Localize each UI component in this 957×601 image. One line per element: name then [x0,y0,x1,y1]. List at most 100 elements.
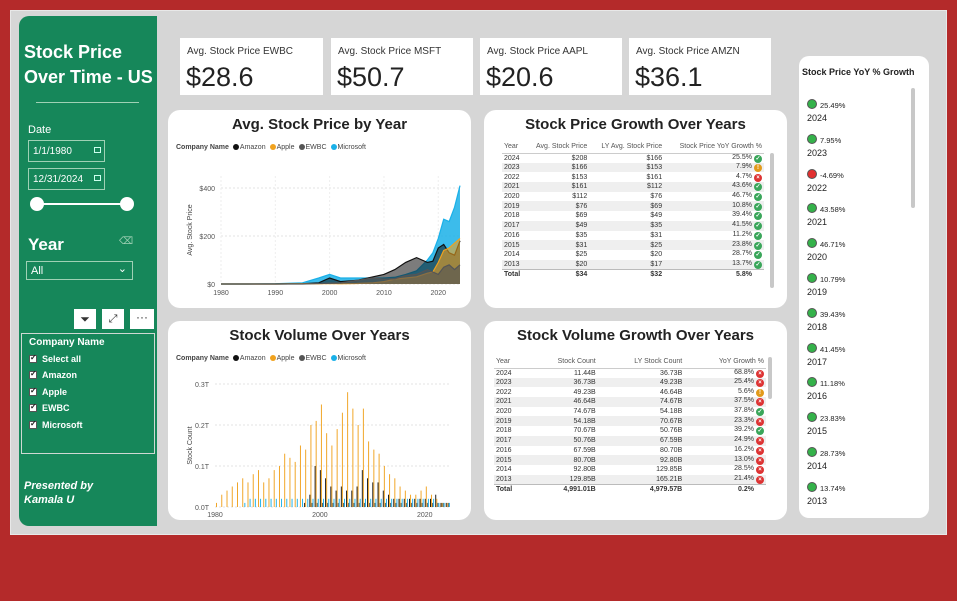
bar-microsoft[interactable] [422,498,424,507]
date-slider-handle-end[interactable] [120,197,134,211]
table-row[interactable]: 2013 $20 $17 13.7% ✓ [502,259,764,270]
bar-amazon[interactable] [330,486,332,508]
bar-ewbc[interactable] [400,502,402,507]
bar-apple[interactable] [431,494,433,507]
column-header[interactable]: YoY Growth % [684,355,766,369]
bar-apple[interactable] [284,453,286,507]
bar-amazon[interactable] [424,498,426,507]
bar-amazon[interactable] [440,502,442,507]
bar-apple[interactable] [420,490,422,507]
bar-ewbc[interactable] [321,502,323,507]
bar-amazon[interactable] [403,498,405,507]
bar-microsoft[interactable] [286,498,288,507]
bar-ewbc[interactable] [390,502,392,507]
table-row[interactable]: 2023 36.73B 49.23B 25.4% × [494,377,766,388]
bar-apple[interactable] [446,502,448,507]
column-header[interactable]: LY Stock Count [597,355,685,369]
yoy-list-item[interactable]: 13.74% 2013 [807,481,845,506]
bar-microsoft[interactable] [307,498,309,507]
bar-microsoft[interactable] [260,498,262,507]
bar-ewbc[interactable] [447,502,449,507]
bar-apple[interactable] [252,474,254,507]
date-start-input[interactable]: 1/1/1980 [28,140,105,162]
bar-ewbc[interactable] [416,502,418,507]
bar-ewbc[interactable] [348,502,350,507]
company-option[interactable]: Microsoft [29,419,83,436]
bar-apple[interactable] [331,445,333,508]
bar-apple[interactable] [289,457,291,507]
bar-apple[interactable] [378,453,380,507]
yoy-list-item[interactable]: 11.18% 2016 [807,377,845,401]
column-header[interactable]: Stock Count [527,355,598,369]
yoy-list-item[interactable]: -4.69% 2022 [807,168,844,193]
table-row[interactable]: 2022 $153 $161 4.7% × [502,172,764,182]
bar-amazon[interactable] [314,466,316,507]
bar-apple[interactable] [242,478,244,507]
bar-microsoft[interactable] [302,498,304,507]
bar-apple[interactable] [221,494,223,507]
bar-apple[interactable] [299,445,301,508]
bar-apple[interactable] [410,494,412,507]
bar-apple[interactable] [347,392,349,507]
bar-microsoft[interactable] [385,498,387,507]
bar-microsoft[interactable] [270,498,272,507]
bar-microsoft[interactable] [291,498,293,507]
bar-ewbc[interactable] [384,502,386,507]
bar-microsoft[interactable] [312,498,314,507]
bar-ewbc[interactable] [358,502,360,507]
bar-ewbc[interactable] [363,502,365,507]
table-row[interactable]: 2018 $69 $49 39.4% ✓ [502,211,764,221]
bar-amazon[interactable] [309,494,311,507]
bar-microsoft[interactable] [370,498,372,507]
volume-chart-card[interactable]: Stock Volume Over Years Company Name Amaz… [168,321,471,520]
bar-apple[interactable] [216,502,217,507]
bar-amazon[interactable] [372,482,374,507]
table-row[interactable]: 2019 $76 $69 10.8% ✓ [502,201,764,212]
date-slider-handle-start[interactable] [30,197,44,211]
bar-apple[interactable] [278,466,280,507]
table-row[interactable]: 2017 $49 $35 41.5% ✓ [502,220,764,231]
bar-ewbc[interactable] [411,502,413,507]
table-row[interactable]: 2021 $161 $112 43.6% ✓ [502,182,764,192]
yoy-list-item[interactable]: 25.49% 2024 [807,99,845,123]
bar-microsoft[interactable] [323,498,324,507]
bar-microsoft[interactable] [448,502,450,507]
bar-amazon[interactable] [388,494,390,507]
checkbox[interactable] [29,402,37,413]
bar-microsoft[interactable] [401,498,403,507]
table-row[interactable]: 2014 $25 $20 28.7% ✓ [502,250,764,260]
bar-apple[interactable] [425,486,427,508]
more-options-icon[interactable]: ··· [130,309,154,329]
yoy-list-item[interactable]: 46.71% 2020 [807,238,845,262]
bar-microsoft[interactable] [333,498,335,507]
bar-apple[interactable] [415,494,417,507]
table-row[interactable]: 2021 46.64B 74.67B 37.5% × [494,397,766,407]
bar-amazon[interactable] [367,478,369,507]
bar-microsoft[interactable] [317,498,319,507]
yoy-list-item[interactable]: 28.73% 2014 [807,447,845,471]
volume-growth-table-card[interactable]: Stock Volume Growth Over Years Year Stock… [484,321,787,520]
bar-apple[interactable] [247,482,249,507]
company-option[interactable]: Select all [29,353,83,370]
scrollbar[interactable] [768,357,772,399]
bar-amazon[interactable] [414,498,416,507]
table-row[interactable]: 2020 $112 $76 46.7% ✓ [502,192,764,202]
checkbox[interactable] [29,369,37,380]
bar-apple[interactable] [305,449,307,507]
bar-ewbc[interactable] [405,502,407,507]
filter-icon[interactable]: ⏷ [74,309,96,329]
table-row[interactable]: 2019 54.18B 70.67B 23.3% × [494,416,766,427]
table-row[interactable]: 2015 $31 $25 23.8% ✓ [502,240,764,250]
bar-amazon[interactable] [435,494,437,507]
avg-price-chart-card[interactable]: Avg. Stock Price by Year Company Name Ama… [168,110,471,308]
focus-mode-icon[interactable]: ⤢ [102,309,124,329]
column-header[interactable]: Stock Price YoY Growth % [664,140,764,154]
yoy-list-item[interactable]: 39.43% 2018 [807,307,845,332]
table-row[interactable]: 2023 $166 $153 7.9%! [502,162,764,173]
bar-amazon[interactable] [304,502,306,507]
company-option[interactable]: Apple [29,386,83,403]
bar-apple[interactable] [237,482,238,507]
bar-apple[interactable] [394,478,396,507]
bar-microsoft[interactable] [359,498,361,507]
bar-apple[interactable] [352,408,354,507]
